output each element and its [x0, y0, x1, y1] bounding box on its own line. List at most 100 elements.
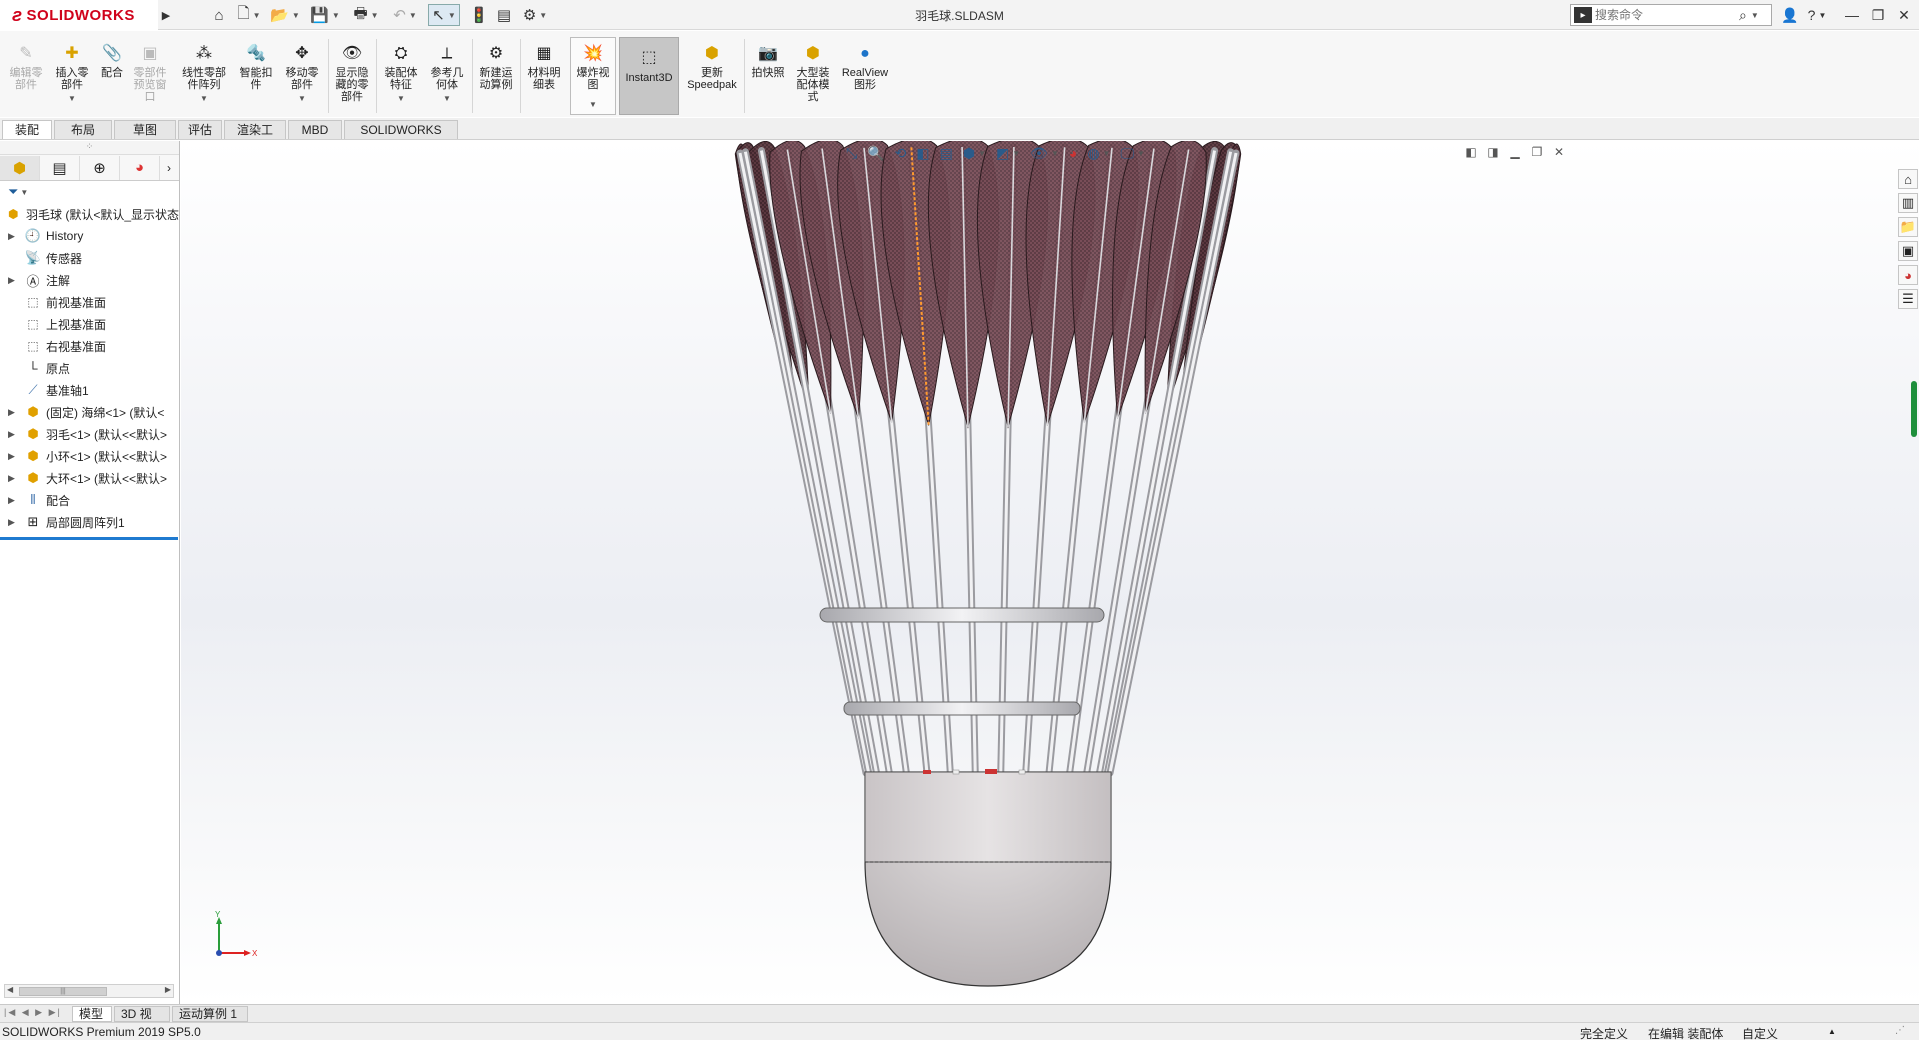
vp-tile-right-icon[interactable]: ◨ [1483, 143, 1503, 161]
expand-arrow-icon[interactable]: ▶ [8, 407, 18, 418]
resize-grip-icon[interactable]: ⋰ [1895, 1025, 1905, 1036]
print-icon[interactable]: 🖶 ▼ [350, 4, 382, 26]
appearances-icon[interactable]: ◕ [1898, 265, 1918, 285]
apply-scene-icon[interactable]: ◍ [1087, 145, 1099, 162]
chevron-right-icon[interactable]: › [160, 161, 178, 175]
search-input[interactable] [1595, 8, 1735, 22]
view-orientation-icon[interactable]: ⬢ [963, 145, 975, 162]
expand-arrow-icon[interactable]: ▶ [8, 429, 18, 440]
expand-arrow-icon[interactable]: ▶ [8, 451, 18, 462]
tab-evaluate[interactable]: 评估 [178, 120, 222, 139]
edit-part-button[interactable]: ✎ 编辑零 部件 [6, 43, 46, 92]
property-manager-tab-icon[interactable]: ▤ [40, 155, 80, 180]
view-settings-icon[interactable]: 🖵 [1120, 145, 1134, 162]
mate-button[interactable]: 📎 配合 [98, 43, 126, 80]
tree-item-sponge[interactable]: ▶ ⬢ (固定) 海绵<1> (默认< [0, 401, 179, 423]
zoom-to-fit-icon[interactable]: ⤡ [846, 145, 857, 162]
tab-nav-arrows-icon[interactable]: |◀ ◀ ▶ ▶| [4, 1007, 62, 1018]
custom-properties-icon[interactable]: ☰ [1898, 289, 1918, 309]
tree-root-assembly[interactable]: ⬢ 羽毛球 (默认<默认_显示状态 [0, 203, 179, 225]
assembly-feature-button[interactable]: ⛭ 装配体 特征 ▼ [380, 43, 422, 105]
vp-tile-left-icon[interactable]: ◧ [1461, 143, 1481, 161]
tree-item-right-plane[interactable]: ⬚ 右视基准面 [0, 335, 179, 357]
save-icon[interactable]: 💾 ▼ [310, 4, 340, 26]
panel-grip[interactable]: ⁘ [0, 141, 179, 155]
update-speedpak-button[interactable]: ⬢ 更新 Speedpak [684, 43, 740, 92]
expand-arrow-icon[interactable]: ▶ [8, 495, 18, 506]
cork-band[interactable] [864, 771, 1112, 863]
chevron-down-icon[interactable]: ▼ [443, 93, 451, 105]
display-manager-tab-icon[interactable]: ◕ [120, 155, 160, 180]
tab-mbd[interactable]: MBD [288, 120, 342, 139]
tree-item-big-ring[interactable]: ▶ ⬢ 大环<1> (默认<<默认> [0, 467, 179, 489]
tab-layout[interactable]: 布局 [54, 120, 112, 139]
units-status[interactable]: 自定义 [1742, 1025, 1778, 1040]
feature-manager-tab-icon[interactable]: ⬢ [0, 155, 40, 180]
expand-arrow-icon[interactable]: ▶ [8, 473, 18, 484]
chevron-down-icon[interactable]: ▼ [200, 93, 208, 105]
scroll-right-icon[interactable]: ▶ [165, 985, 171, 994]
search-icon[interactable]: ⌕ [1739, 7, 1747, 24]
show-hidden-components-button[interactable]: 👁 显示隐 藏的零 部件 [332, 43, 372, 104]
expand-arrow-icon[interactable]: ▶ [8, 275, 18, 286]
tab-model[interactable]: 模型 [72, 1006, 112, 1022]
move-component-button[interactable]: ✥ 移动零 部件 ▼ [280, 43, 324, 105]
rebuild-icon[interactable]: 🚦 [470, 4, 489, 26]
tree-item-circular-pattern[interactable]: ▶ ⊞ 局部圆周阵列1 [0, 511, 179, 533]
solidworks-logo[interactable]: ƨ SOLIDWORKS [0, 0, 158, 30]
vp-minimize-icon[interactable]: ▁ [1505, 143, 1525, 161]
file-properties-icon[interactable]: ▤ [494, 4, 514, 26]
tab-solidworks-addins[interactable]: SOLIDWORKS 插件 [344, 120, 458, 155]
snapshot-button[interactable]: 📷 拍快照 [748, 43, 788, 80]
vp-close-icon[interactable]: ✕ [1549, 143, 1569, 161]
configuration-manager-tab-icon[interactable]: ⊕ [80, 155, 120, 180]
chevron-down-icon[interactable]: ▼ [1751, 11, 1759, 20]
units-chevron-up-icon[interactable]: ▲ [1828, 1027, 1836, 1036]
reference-geometry-button[interactable]: ⟂ 参考几 何体 ▼ [426, 43, 468, 105]
minimize-icon[interactable]: — [1840, 4, 1864, 26]
big-ring[interactable] [819, 607, 1105, 623]
section-view-icon[interactable]: ◧ [916, 145, 929, 162]
tree-item-top-plane[interactable]: ⬚ 上视基准面 [0, 313, 179, 335]
tab-3d-view[interactable]: 3D 视图 [114, 1006, 170, 1036]
large-assembly-mode-button[interactable]: ⬢ 大型装 配体模 式 [792, 43, 834, 104]
rollback-bar[interactable] [0, 537, 178, 540]
restore-icon[interactable]: ❐ [1866, 4, 1890, 26]
undo-icon[interactable]: ↶ ▼ [390, 4, 420, 26]
bom-button[interactable]: ▦ 材料明 细表 [524, 43, 564, 92]
hide-show-items-icon[interactable]: 👁 [1030, 145, 1048, 162]
solidworks-resources-icon[interactable]: ⌂ [1898, 169, 1918, 189]
exploded-view-button[interactable]: 💥 爆炸视 图 ▼ [572, 43, 614, 111]
chevron-down-icon[interactable]: ▼ [298, 93, 306, 105]
view-palette-icon[interactable]: ▣ [1898, 241, 1918, 261]
task-pane-scroll-indicator[interactable] [1911, 381, 1917, 437]
linear-pattern-button[interactable]: ⁂ 线性零部 件阵列 ▼ [176, 43, 232, 105]
expand-arrow-icon[interactable]: ▶ [8, 517, 18, 528]
tree-item-origin[interactable]: └ 原点 [0, 357, 179, 379]
instant3d-button[interactable]: ⬚ Instant3D [619, 37, 679, 115]
chevron-down-icon[interactable]: ▼ [589, 99, 597, 111]
component-preview-button[interactable]: ▣ 零部件 预览窗 口 [130, 43, 170, 104]
small-ring[interactable] [843, 701, 1081, 716]
menu-expand-icon[interactable]: ▶ [158, 0, 174, 30]
user-icon[interactable]: 👤 [1778, 4, 1802, 26]
design-library-icon[interactable]: ▥ [1898, 193, 1918, 213]
edit-appearance-icon[interactable]: ◕ [1069, 145, 1077, 161]
insert-part-button[interactable]: ✚ 插入零 部件 ▼ [50, 43, 94, 105]
dynamic-annotation-icon[interactable]: ▤ [940, 145, 953, 162]
close-icon[interactable]: ✕ [1892, 4, 1916, 26]
tab-motion-study[interactable]: 运动算例 1 [172, 1006, 248, 1022]
expand-arrow-icon[interactable]: ▶ [8, 231, 18, 242]
tree-item-feather[interactable]: ▶ ⬢ 羽毛<1> (默认<<默认> [0, 423, 179, 445]
smart-fastener-button[interactable]: 🔩 智能扣 件 [236, 43, 276, 92]
help-icon[interactable]: ? ▼ [1802, 4, 1832, 26]
badminton-shuttlecock-model[interactable] [181, 141, 1919, 1004]
options-gear-icon[interactable]: ⚙ ▼ [518, 4, 552, 26]
scroll-thumb[interactable]: ||| [19, 987, 107, 996]
chevron-down-icon[interactable]: ▼ [397, 93, 405, 105]
tree-item-small-ring[interactable]: ▶ ⬢ 小环<1> (默认<<默认> [0, 445, 179, 467]
tab-assembly[interactable]: 装配体 [2, 120, 52, 155]
tree-item-front-plane[interactable]: ⬚ 前视基准面 [0, 291, 179, 313]
tree-item-annotations[interactable]: ▶ Ⓐ 注解 [0, 269, 179, 291]
display-style-icon[interactable]: ◩ [996, 145, 1009, 162]
